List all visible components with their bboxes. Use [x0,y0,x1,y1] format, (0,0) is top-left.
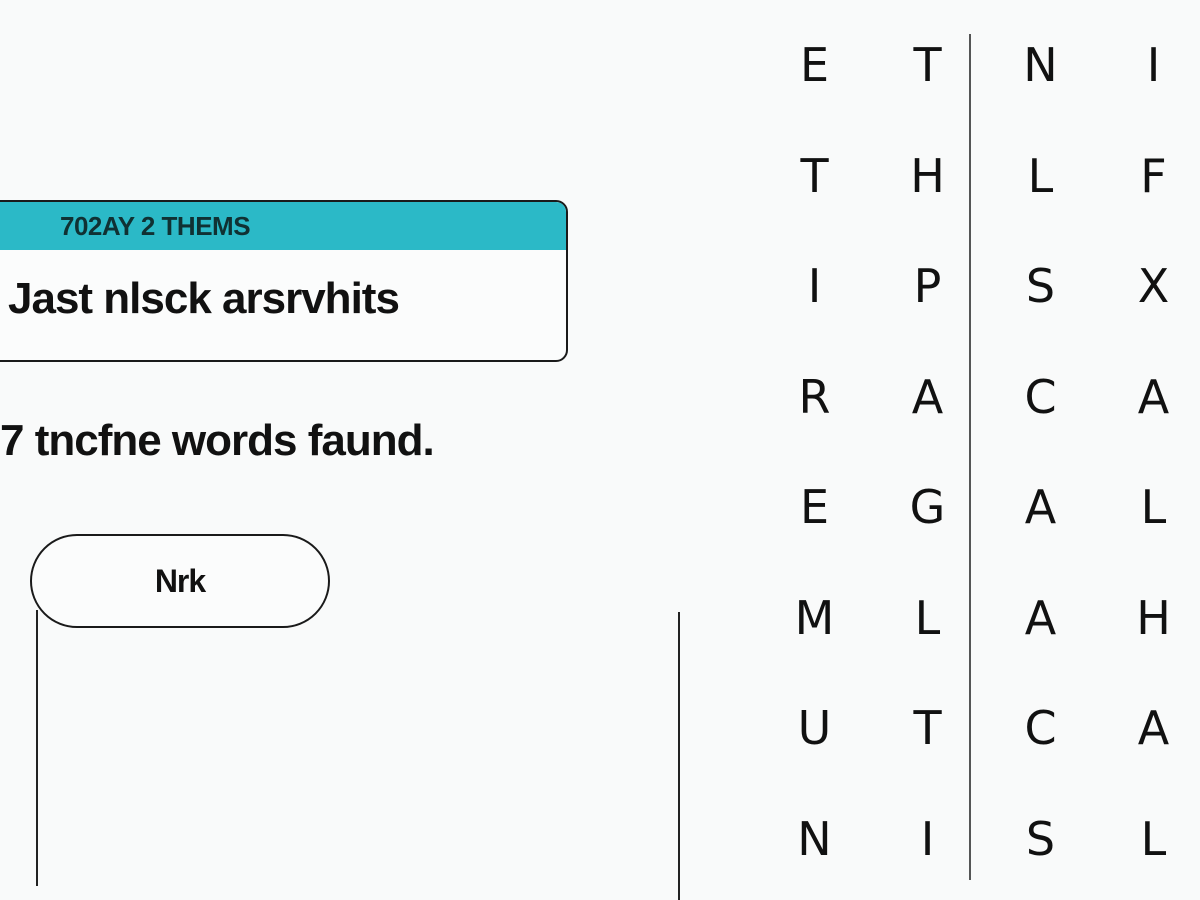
letter-cell[interactable]: S [984,231,1097,342]
letter-cell[interactable]: N [758,784,871,895]
letter-cell[interactable]: L [984,121,1097,232]
divider-middle [678,612,680,900]
letter-cell[interactable]: I [1097,10,1200,121]
letter-cell[interactable]: A [984,452,1097,563]
letter-cell[interactable]: T [871,10,984,121]
letter-cell[interactable]: H [1097,563,1200,674]
hint-button-label: Nrk [154,562,206,599]
letter-cell[interactable]: M [758,563,871,674]
letter-cell[interactable]: A [1097,342,1200,453]
letter-cell[interactable]: L [1097,452,1200,563]
letter-cell[interactable]: N [984,10,1097,121]
letter-cell[interactable]: P [871,231,984,342]
letter-cell[interactable]: A [984,563,1097,674]
letter-cell[interactable]: A [1097,673,1200,784]
letter-cell[interactable]: I [871,784,984,895]
theme-card: 702AY 2 THEMS Jast nlsck arsrvhits [0,200,568,362]
divider-left [36,610,38,886]
letter-cell[interactable]: A [871,342,984,453]
letter-cell[interactable]: F [1097,121,1200,232]
letter-cell[interactable]: X [1097,231,1200,342]
letter-cell[interactable]: I [758,231,871,342]
letter-cell[interactable]: E [758,452,871,563]
letter-cell[interactable]: E [758,10,871,121]
letter-cell[interactable]: U [758,673,871,784]
letter-cell[interactable]: R [758,342,871,453]
letter-cell[interactable]: T [758,121,871,232]
letter-cell[interactable]: C [984,673,1097,784]
letter-cell[interactable]: G [871,452,984,563]
theme-header-label: 702AY 2 THEMS [60,210,251,241]
letter-cell[interactable]: L [871,563,984,674]
theme-header: 702AY 2 THEMS [0,202,566,250]
letter-cell[interactable]: S [984,784,1097,895]
hint-button[interactable]: Nrk [30,534,330,628]
theme-text: Jast nlsck arsrvhits [8,274,400,323]
letter-cell[interactable]: T [871,673,984,784]
letter-cell[interactable]: H [871,121,984,232]
letter-cell[interactable]: C [984,342,1097,453]
letter-cell[interactable]: L [1097,784,1200,895]
found-words-counter: 7 tncfne words faund. [0,416,435,465]
letter-grid: ETNITHLFIPSXRACAEGALMLAHUTCANISL [758,10,1200,900]
